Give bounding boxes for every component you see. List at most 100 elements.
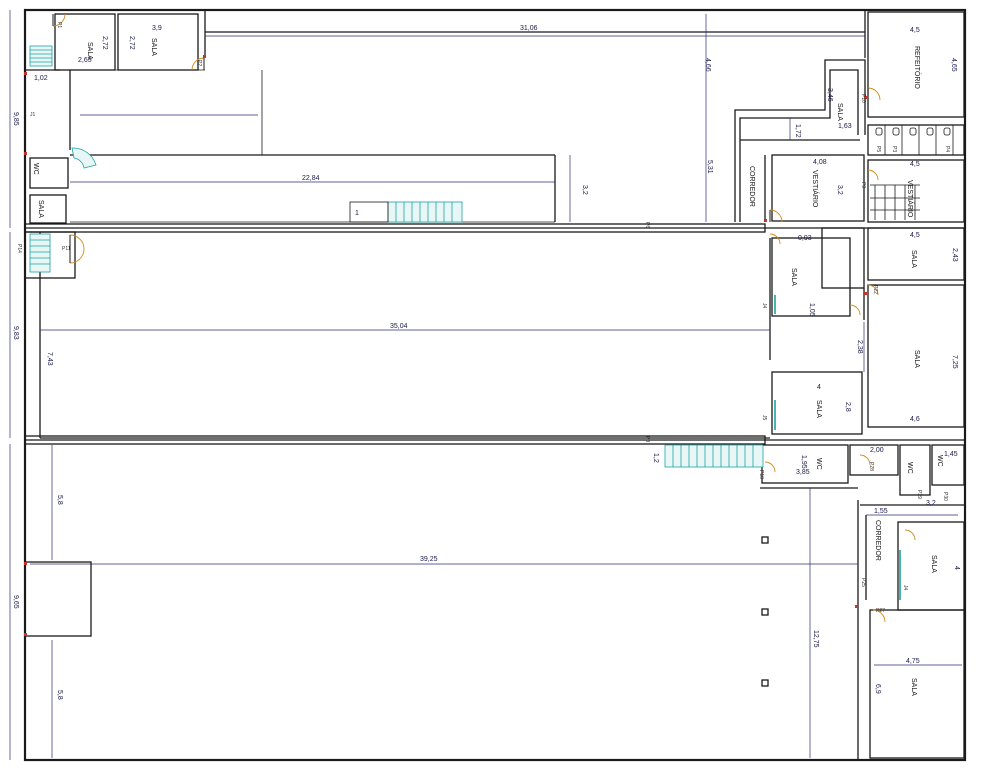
stair-left-mid [29, 233, 51, 273]
door-tag: P3 [891, 146, 897, 152]
toilet-icon [875, 127, 883, 136]
room-label: VESTIÁRIO [906, 180, 915, 218]
door-tag: P29 [916, 490, 922, 499]
door-tag: P25 [860, 578, 866, 587]
door-tag: P5 [875, 146, 881, 152]
dim-label: 4,5 [910, 27, 920, 34]
dim-label: 6,9 [874, 684, 881, 694]
window-tag: J4 [761, 303, 767, 309]
dim-label: 9,65 [12, 595, 19, 609]
door-tag: P2 [196, 60, 202, 66]
dim-label: 3,85 [796, 469, 810, 476]
toilet-icon [892, 127, 900, 136]
room-label: CORREDOR [874, 520, 881, 561]
dim-label: 1 [355, 210, 359, 217]
door-tag: P6 [644, 222, 650, 228]
wc-block [821, 227, 865, 289]
window-tag: J1 [30, 112, 36, 118]
door-tag: P1 [56, 22, 62, 28]
door [69, 234, 85, 264]
dim-label: 7,25 [951, 355, 958, 369]
toilet-icon [943, 127, 951, 136]
dim-label: 39,25 [420, 556, 438, 563]
stair-lower [664, 444, 764, 468]
dim-label: 1,55 [874, 508, 888, 515]
door [849, 304, 861, 316]
dim-label: 1,2 [652, 453, 659, 463]
window-tag: J4 [902, 585, 908, 591]
dim-label: 4,75 [906, 658, 920, 665]
toilet-icon [909, 127, 917, 136]
room-label: WC [906, 462, 913, 474]
dim-label: 3,2 [926, 500, 936, 507]
door-tag: P18 [758, 470, 764, 479]
door [764, 461, 776, 473]
room-label: SALA [930, 555, 937, 573]
dim-label: 5,8 [56, 495, 63, 505]
dim-label: 0,93 [798, 235, 812, 242]
outer-wall [23, 8, 967, 762]
room-label: SALA [910, 678, 917, 696]
dim-label: 4,5 [910, 161, 920, 168]
room-label: WC [815, 458, 822, 470]
dim-label: 7,43 [46, 352, 53, 366]
spiral-stair [71, 147, 97, 169]
pillar-block [24, 561, 92, 637]
dim-label: 31,06 [520, 25, 538, 32]
room-label: SALA [37, 200, 44, 218]
door-tag: P30 [942, 492, 948, 501]
door-tag: P28 [868, 462, 874, 471]
room-label: CORREDOR [748, 166, 755, 207]
dim-label: 4,65 [950, 58, 957, 72]
dim-label: 2,8 [844, 402, 851, 412]
dim-label: 4 [817, 384, 821, 391]
room-wc-lower3 [899, 444, 931, 496]
dim-label: 3,46 [826, 88, 833, 102]
dim-label: 1,45 [944, 451, 958, 458]
door-tag: P14 [16, 244, 22, 253]
dim-label: 3,2 [581, 185, 588, 195]
room-vestiario2 [867, 159, 965, 223]
room-label: SALA [790, 268, 797, 286]
dim-label: 9,83 [12, 326, 19, 340]
dim-label: 1,95 [800, 455, 807, 469]
door-tag: P10 [860, 94, 866, 103]
dim-label: 5,31 [706, 160, 713, 174]
dim-label: 1,63 [838, 123, 852, 130]
dim-label: 12,75 [812, 630, 819, 648]
dim-label: 3,9 [152, 25, 162, 32]
dim-label: 2,38 [856, 340, 863, 354]
door [867, 87, 881, 101]
stair-central [387, 201, 463, 223]
dim-label: 1,05 [808, 303, 815, 317]
door-tag: P9 [860, 182, 866, 188]
room-label: VESTIÁRIO [811, 170, 820, 208]
dim-label: 2,72 [101, 36, 108, 50]
column [761, 536, 769, 544]
column [761, 608, 769, 616]
dim-label: 1,02 [34, 75, 48, 82]
room-label: WC [32, 163, 39, 175]
room-label: SALA [815, 400, 822, 418]
dim-label: 2,00 [870, 447, 884, 454]
dim-label: 5,8 [56, 690, 63, 700]
column [761, 679, 769, 687]
dim-label: 2,72 [128, 36, 135, 50]
door [904, 529, 916, 541]
door-tag: P22 [872, 285, 878, 294]
stair-top-left [29, 45, 53, 67]
dim-label: 2,43 [951, 248, 958, 262]
dim-label: 9,85 [12, 112, 19, 126]
room-label: SALA [913, 350, 920, 368]
floor-plan: SALA SALA REFEITÓRIO SALA CORREDOR VESTI… [9, 8, 967, 762]
room-label: SALA [836, 103, 843, 121]
door-tag: P11 [62, 246, 71, 252]
dim-label: 4,5 [910, 232, 920, 239]
toilet-icon [926, 127, 934, 136]
dim-label: 2,65 [78, 57, 92, 64]
door [867, 169, 879, 181]
room-sala-small-left [29, 194, 67, 224]
window-tag: J5 [761, 415, 767, 421]
wall [739, 69, 859, 222]
dim-label: 1,72 [794, 124, 801, 138]
